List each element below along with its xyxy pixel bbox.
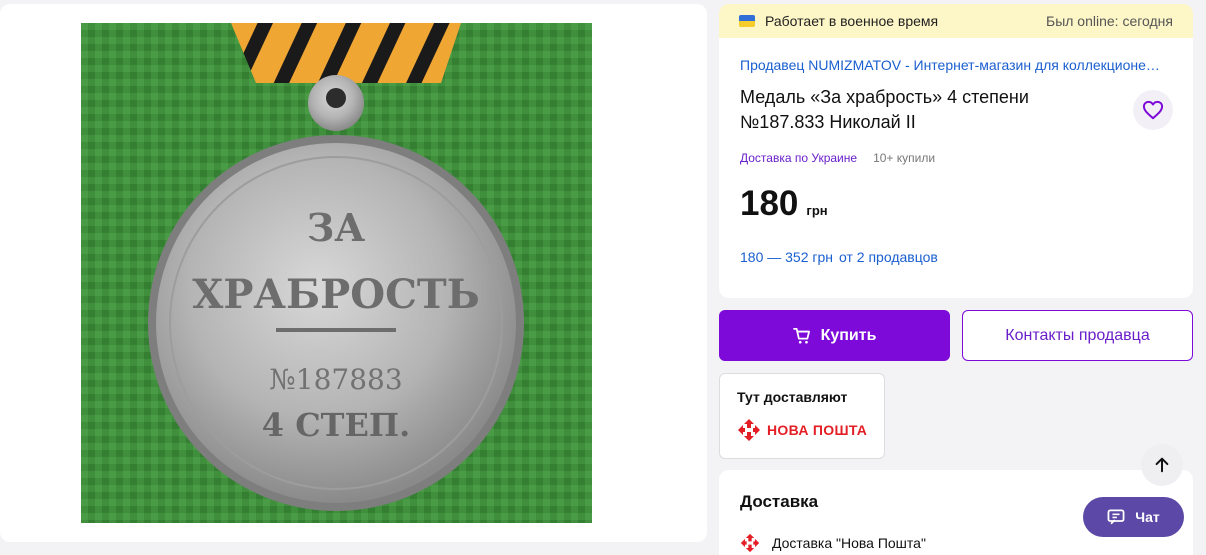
seller-online-status: Был online: сегодня (1046, 13, 1173, 29)
heart-icon (1142, 100, 1164, 120)
delivery-tag: Доставка по Украине (740, 151, 858, 165)
nova-poshta-logo: НОВА ПОШТА (737, 418, 867, 442)
seller-contacts-label: Контакты продавца (1005, 326, 1150, 344)
product-photo[interactable]: ЗА ХРАБРОСТЬ №187883 4 СТЕП. (81, 23, 592, 523)
medal-photo-image: ЗА ХРАБРОСТЬ №187883 4 СТЕП. (81, 23, 592, 523)
delivery-option: Доставка "Нова Пошта" (740, 533, 926, 553)
medal-text-line1: ЗА (307, 205, 365, 250)
price-value: 180 (740, 184, 799, 223)
shipping-badge: Тут доставляют НОВА ПОШТА (719, 373, 885, 459)
product-price: 180 грн (740, 184, 828, 224)
ukraine-flag-icon (739, 15, 755, 27)
scroll-to-top-button[interactable] (1141, 444, 1183, 486)
buy-button[interactable]: Купить (719, 310, 950, 361)
buy-button-label: Купить (820, 326, 877, 344)
price-range-link[interactable]: 180 — 352 грн от 2 продавцов (740, 249, 938, 265)
sellers-count: от 2 продавцов (839, 249, 938, 265)
favorite-button[interactable] (1133, 90, 1173, 130)
product-meta: Доставка по Украине 10+ купили (740, 151, 935, 165)
chat-icon (1107, 509, 1125, 525)
delivery-option-label: Доставка "Нова Пошта" (772, 535, 926, 551)
shipping-badge-title: Тут доставляют (737, 389, 848, 405)
chat-button-label: Чат (1135, 509, 1160, 525)
price-currency: грн (806, 203, 828, 218)
seller-link[interactable]: Продавец NUMIZMATOV - Интернет-магазин д… (740, 57, 1175, 73)
working-status-text: Работает в военное время (765, 13, 939, 29)
medal-degree: 4 СТЕП. (262, 406, 410, 444)
nova-poshta-brand: НОВА ПОШТА (767, 422, 868, 438)
bought-count: 10+ купили (873, 151, 936, 165)
delivery-title: Доставка (740, 492, 819, 511)
medal-text-line2: ХРАБРОСТЬ (192, 271, 479, 318)
price-range: 180 — 352 грн (740, 249, 834, 265)
seller-contacts-button[interactable]: Контакты продавца (962, 310, 1193, 361)
product-info-card: Работает в военное время Был online: сег… (719, 4, 1193, 298)
arrow-up-icon (1155, 457, 1169, 473)
nova-poshta-icon (738, 419, 760, 441)
chat-button[interactable]: Чат (1083, 497, 1184, 537)
product-title: Медаль «За храбрость» 4 степени №187.833… (740, 87, 1029, 132)
product-gallery: ЗА ХРАБРОСТЬ №187883 4 СТЕП. (0, 4, 707, 542)
status-banner: Работает в военное время Был online: сег… (719, 4, 1193, 38)
medal-number: №187883 (269, 363, 402, 396)
cart-icon (792, 327, 810, 344)
nova-poshta-icon (740, 533, 760, 553)
